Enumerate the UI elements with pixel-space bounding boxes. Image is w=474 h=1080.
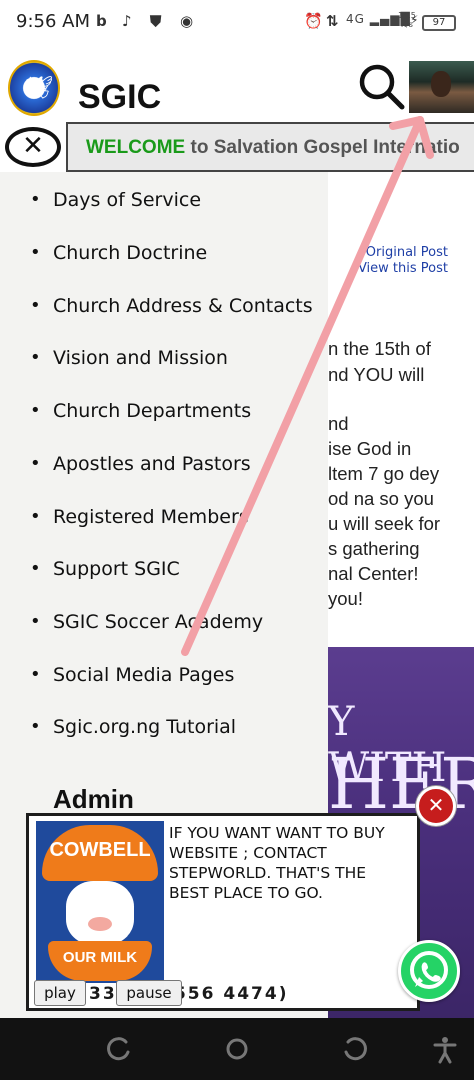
- menu-item-apostles-pastors[interactable]: Apostles and Pastors: [30, 453, 251, 475]
- article-line: nal Center!: [328, 563, 419, 584]
- shield-icon: ⛊: [150, 12, 162, 30]
- site-title[interactable]: SGIC: [78, 78, 161, 117]
- menu-item-days-of-service[interactable]: Days of Service: [30, 189, 201, 211]
- status-bar: 9:56 AM b ♪ ⛊ ◉ ⏰ ⇅ 4G ▂▄▆█ 14.5 K/s ⚡ 9…: [0, 0, 474, 48]
- original-post-link[interactable]: Original Post: [366, 245, 448, 260]
- system-nav-bar: [0, 1018, 474, 1080]
- menu-item-social-media[interactable]: Social Media Pages: [30, 664, 234, 686]
- view-post-link[interactable]: View this Post: [358, 261, 448, 276]
- chrome-icon: ◉: [180, 12, 194, 30]
- ad-close-button[interactable]: ✕: [416, 786, 456, 826]
- marquee-text: to Salvation Gospel Internatio: [185, 137, 460, 158]
- menu-item-support-sgic[interactable]: Support SGIC: [30, 558, 180, 580]
- article-line: od na so you: [328, 488, 434, 509]
- cow-mascot-icon: [66, 881, 134, 945]
- menu-item-soccer-academy[interactable]: SGIC Soccer Academy: [30, 611, 263, 633]
- ad-text: IF YOU WANT WANT TO BUY WEBSITE ; CONTAC…: [169, 824, 385, 902]
- article-line: n the 15th of: [328, 338, 431, 359]
- marquee-highlight: WELCOME: [86, 137, 186, 158]
- recent-apps-icon[interactable]: [104, 1034, 134, 1064]
- whatsapp-icon[interactable]: [398, 940, 460, 1002]
- cowbell-ad-image[interactable]: COWBELL OUR MILK: [36, 821, 164, 983]
- article-line: nd: [328, 413, 349, 434]
- charging-icon: ⚡: [410, 13, 419, 27]
- sgic-logo-icon[interactable]: 🕊: [8, 60, 60, 116]
- b-notification-icon: b: [96, 12, 107, 30]
- accessibility-icon[interactable]: [430, 1034, 460, 1064]
- article-line: you!: [328, 588, 363, 609]
- ad-slogan: OUR MILK: [62, 949, 138, 966]
- article-line: s gathering: [328, 538, 420, 559]
- data-arrows-icon: ⇅: [326, 12, 339, 30]
- ad-brand: COWBELL: [49, 839, 151, 861]
- article-line: ltem 7 go dey: [328, 463, 440, 484]
- home-icon[interactable]: [222, 1034, 252, 1064]
- article-line: nd YOU will: [328, 364, 425, 385]
- search-icon[interactable]: [357, 62, 405, 110]
- profile-avatar[interactable]: [409, 61, 474, 113]
- ad-popup: COWBELL OUR MILK IF YOU WANT WANT TO BUY…: [26, 813, 420, 1011]
- menu-item-church-departments[interactable]: Church Departments: [30, 400, 251, 422]
- ad-play-button[interactable]: play: [34, 980, 86, 1006]
- menu-item-registered-members[interactable]: Registered Members: [30, 506, 249, 528]
- ad-pause-button[interactable]: pause: [116, 980, 182, 1006]
- menu-item-vision-mission[interactable]: Vision and Mission: [30, 347, 228, 369]
- admin-heading: Admin: [53, 784, 134, 814]
- back-icon[interactable]: [340, 1034, 370, 1064]
- close-menu-button[interactable]: ✕: [5, 127, 61, 167]
- alarm-icon: ⏰: [304, 12, 323, 30]
- welcome-marquee: WELCOME to Salvation Gospel Internatio: [66, 122, 474, 172]
- article-line: u will seek for: [328, 513, 441, 534]
- status-time: 9:56 AM: [16, 11, 90, 32]
- menu-item-church-doctrine[interactable]: Church Doctrine: [30, 242, 207, 264]
- article-line: ise God in: [328, 438, 412, 459]
- battery-icon: 97: [422, 15, 456, 31]
- tiktok-icon: ♪: [122, 12, 132, 30]
- menu-item-church-address[interactable]: Church Address & Contacts: [30, 295, 313, 317]
- menu-item-tutorial[interactable]: Sgic.org.ng Tutorial: [30, 716, 236, 738]
